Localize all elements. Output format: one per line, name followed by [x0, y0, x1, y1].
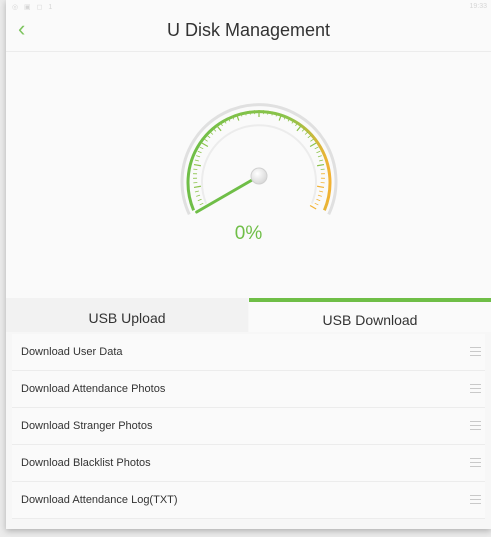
gauge-tick	[314, 202, 319, 206]
gauge-hub	[250, 167, 268, 185]
list-item-download-attendance-log[interactable]: Download Attendance Log(TXT)	[12, 482, 485, 519]
gauge-tick	[201, 142, 209, 148]
gauge-tick	[249, 110, 251, 115]
list-item-download-stranger-photos[interactable]: Download Stranger Photos	[12, 408, 485, 445]
gauge-tick	[196, 194, 201, 197]
gauge-tick	[309, 142, 317, 148]
gauge-needle	[195, 174, 261, 214]
drag-handle-icon[interactable]	[470, 421, 481, 430]
list-item-label: Download Stranger Photos	[21, 420, 153, 432]
status-icons-left: ◎ ▣ ◻ 1	[12, 4, 55, 11]
gauge-tick	[193, 185, 202, 189]
list-item-label: Download User Data	[21, 346, 123, 358]
download-list: Download User Data Download Attendance P…	[12, 334, 485, 519]
list-item-download-user-data[interactable]: Download User Data	[12, 334, 485, 371]
tab-bar: USB Upload USB Download	[6, 298, 491, 332]
gauge-tick	[206, 135, 211, 139]
gauge-color-arc	[186, 110, 332, 211]
list-item-label: Download Attendance Photos	[21, 383, 166, 395]
drag-handle-icon[interactable]	[470, 458, 481, 467]
gauge-tick	[314, 146, 319, 150]
gauge-tick	[216, 125, 222, 132]
page-title: U Disk Management	[166, 20, 331, 40]
gauge-tick	[296, 125, 302, 132]
gauge-tick	[316, 163, 325, 167]
gauge-tick	[204, 138, 208, 142]
gauge-inner-arc	[201, 124, 317, 204]
gauge-panel: 0%	[6, 52, 491, 298]
gauge-tick	[316, 150, 321, 154]
gauge-tick	[310, 138, 314, 142]
app-screen: ◎ ▣ ◻ 1 19:33 ‹ U Disk Management 0% USB…	[6, 0, 491, 529]
gauge-tick	[309, 204, 317, 210]
drag-handle-icon[interactable]	[470, 495, 481, 504]
gauge-tick	[209, 131, 214, 135]
header: ‹ U Disk Management	[6, 14, 491, 52]
list-item-label: Download Blacklist Photos	[21, 457, 151, 469]
list-item-download-blacklist-photos[interactable]: Download Blacklist Photos	[12, 445, 485, 482]
gauge-tick	[316, 198, 321, 202]
status-bar: ◎ ▣ ◻ 1 19:33	[6, 0, 491, 14]
gauge-tick	[304, 131, 309, 135]
gauge-tick	[197, 198, 202, 202]
list-item-label: Download Attendance Log(TXT)	[21, 494, 178, 506]
gauge-tick	[316, 185, 325, 189]
gauge-tick	[317, 194, 322, 197]
tab-usb-upload[interactable]: USB Upload	[6, 298, 248, 332]
gauge-tick	[319, 159, 324, 162]
gauge-tick	[199, 202, 204, 206]
gauge-tick	[317, 155, 322, 158]
gauge-tick	[307, 135, 312, 139]
gauge-tick	[194, 190, 199, 193]
tab-usb-download[interactable]: USB Download	[249, 298, 491, 332]
gauge-tick	[193, 163, 202, 167]
list-item-download-attendance-photos[interactable]: Download Attendance Photos	[12, 371, 485, 408]
gauge-tick	[267, 110, 269, 115]
progress-percent: 0%	[234, 223, 263, 244]
drag-handle-icon[interactable]	[470, 347, 481, 356]
gauge-tick	[319, 190, 324, 193]
progress-gauge	[180, 103, 338, 216]
gauge-tick	[197, 150, 202, 154]
gauge-tick	[199, 146, 204, 150]
drag-handle-icon[interactable]	[470, 384, 481, 393]
gauge-tick	[194, 159, 199, 162]
gauge-tick	[196, 155, 201, 158]
status-time: 19:33	[469, 3, 487, 10]
